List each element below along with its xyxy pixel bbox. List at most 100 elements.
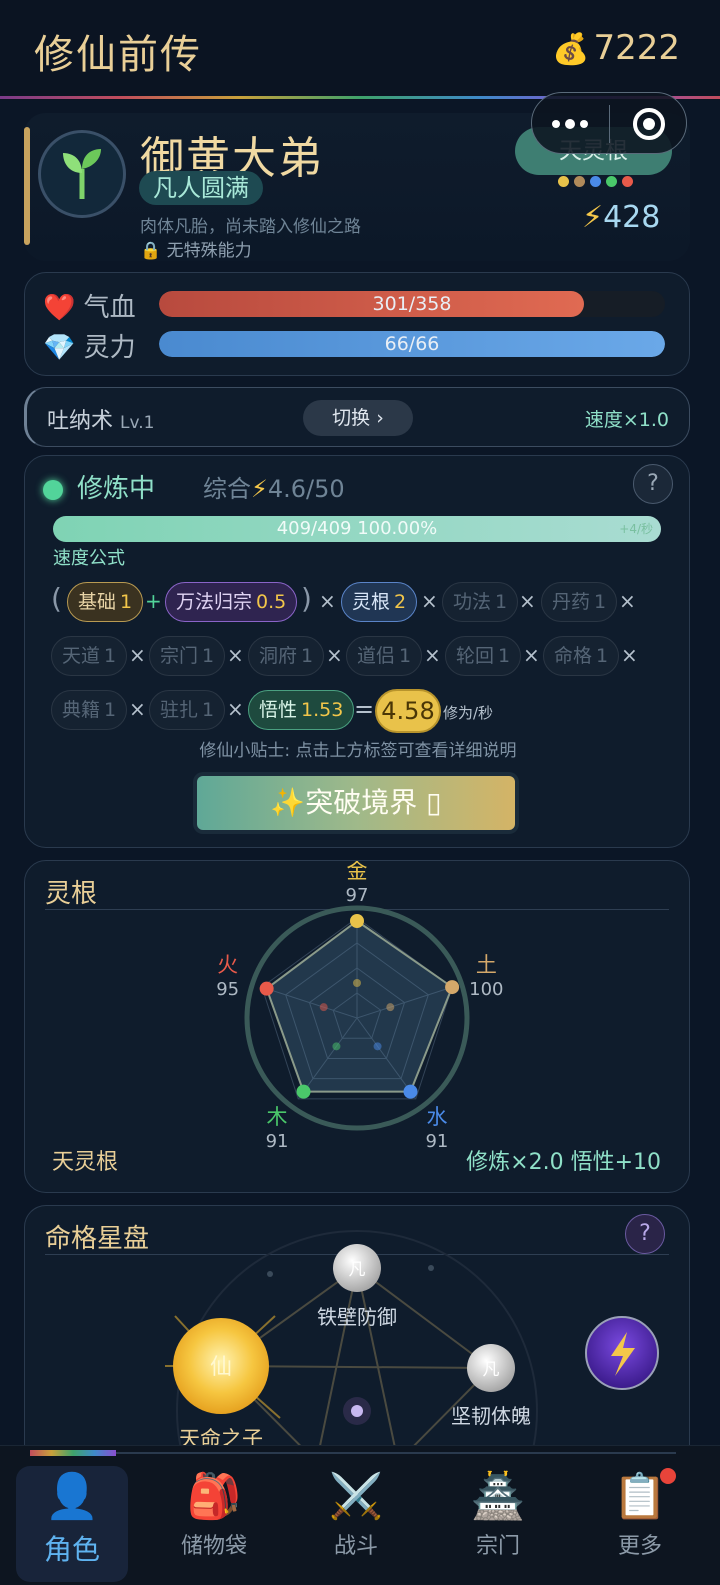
element-dots: [558, 176, 633, 187]
radar-point-1: [445, 980, 460, 995]
element-dot: [590, 176, 601, 187]
ability-line: 🔒 无特殊能力: [140, 236, 252, 261]
times-op: ×: [421, 589, 438, 613]
money-bag-icon: 💰: [552, 32, 590, 67]
radar-label-0: 金: [347, 861, 368, 883]
clipboard-icon: 📋: [612, 1471, 668, 1522]
heart-icon: ❤️: [43, 293, 76, 323]
factor-chip-heaven[interactable]: 天道 1: [51, 636, 128, 676]
stats-card: ❤️ 气血 301/358 💎 灵力 66/66: [24, 272, 690, 376]
fate-label-iron-wall: 铁壁防御: [317, 1305, 397, 1329]
factor-chip-fate[interactable]: 命格 1: [543, 636, 620, 676]
mp-label: 💎 灵力: [43, 327, 136, 364]
miniprogram-capsule: [531, 92, 687, 154]
cultivation-card: 修炼中 综合⚡4.6/50 ? 409/409 100.00% +4/秒 速度公式…: [24, 455, 690, 848]
tab-more[interactable]: 📋 更多: [584, 1466, 696, 1582]
result-unit: 修为/秒: [443, 704, 494, 722]
element-dot: [574, 176, 585, 187]
radar-label-3: 木: [267, 1105, 288, 1129]
cultivation-status: 修炼中: [43, 468, 155, 505]
tab-battle[interactable]: ⚔️ 战斗: [300, 1466, 412, 1582]
factor-chip-technique[interactable]: 功法 1: [442, 582, 519, 622]
radar-value-3: 91: [266, 1131, 289, 1152]
times-op: ×: [326, 643, 343, 667]
hp-value: 301/358: [372, 293, 452, 315]
radar-inner-point-1: [386, 1003, 395, 1012]
tab-label: 更多: [617, 1534, 662, 1559]
tab-label: 战斗: [333, 1534, 378, 1559]
diamond-icon: 💎: [43, 333, 76, 363]
tab-character[interactable]: 👤 角色: [16, 1466, 128, 1582]
ability-text: 无特殊能力: [166, 241, 252, 261]
mp-bar: 66/66: [159, 331, 665, 357]
factor-chip-root[interactable]: 灵根 2: [341, 582, 418, 622]
fate-label-tough-body: 坚韧体魄: [451, 1404, 531, 1428]
status-text: 修炼中: [77, 474, 156, 504]
radar-point-3: [296, 1084, 311, 1099]
times-op: ×: [523, 643, 540, 667]
speed-multiplier: 速度×1.0: [584, 409, 669, 431]
summary-label: 综合: [203, 475, 251, 503]
power-value: ⚡428: [582, 200, 660, 235]
times-op: ×: [621, 643, 638, 667]
switch-technique-button[interactable]: 切换 ›: [303, 400, 413, 436]
factor-chip-sect[interactable]: 宗门 1: [149, 636, 226, 676]
realm-badge: 凡人圆满: [139, 171, 263, 205]
lightning-icon: ⚡: [582, 200, 604, 235]
radar-point-4: [259, 981, 274, 996]
avatar[interactable]: [38, 130, 126, 218]
open-paren: (: [51, 582, 62, 615]
radar-inner-point-3: [332, 1042, 341, 1051]
breakthrough-button[interactable]: ✨突破境界 ▯: [193, 772, 519, 834]
coin-counter: 💰 7222: [552, 28, 680, 68]
factor-chip-base[interactable]: 基础 1: [67, 582, 144, 622]
element-dot: [558, 176, 569, 187]
immortal-badge: 仙: [210, 1355, 232, 1380]
radar-value-2: 91: [425, 1131, 448, 1152]
tab-sect[interactable]: 🏯 宗门: [442, 1466, 554, 1582]
radar-inner-point-2: [373, 1042, 382, 1051]
factor-chip-partner[interactable]: 道侣 1: [346, 636, 423, 676]
plus-op: +: [145, 589, 162, 613]
radar-value-4: 95: [216, 979, 239, 1000]
factor-chip-wanfa[interactable]: 万法归宗 0.5: [165, 582, 298, 622]
formula-label: 速度公式: [53, 548, 125, 569]
character-description: 肉体凡胎，尚未踏入修仙之路: [140, 217, 361, 237]
tab-storage-bag[interactable]: 🎒 储物袋: [158, 1466, 270, 1582]
breakthrough-label: ✨突破境界 ▯: [197, 776, 515, 830]
radar-label-1: 土: [476, 953, 497, 977]
radar-value-0: 97: [346, 885, 369, 906]
factor-chip-comprehension[interactable]: 悟性 1.53: [248, 690, 355, 730]
app-title: 修仙前传: [34, 32, 202, 78]
close-paren: ): [301, 582, 312, 615]
cultivation-help-button[interactable]: ?: [633, 464, 673, 504]
status-dot-icon: [43, 480, 63, 500]
spirit-root-type: 天灵根: [52, 1150, 119, 1175]
factor-chip-pill[interactable]: 丹药 1: [541, 582, 618, 622]
factor-chip-garrison[interactable]: 驻扎 1: [149, 690, 226, 730]
times-op: ×: [227, 697, 244, 721]
factor-chip-reincarnation[interactable]: 轮回 1: [445, 636, 522, 676]
tab-divider: [116, 1452, 676, 1454]
mp-label-text: 灵力: [83, 333, 136, 363]
radar-inner-point-0: [353, 979, 361, 987]
more-dots-icon[interactable]: [550, 114, 590, 134]
factor-chip-cave[interactable]: 洞府 1: [248, 636, 325, 676]
tab-label: 宗门: [475, 1534, 520, 1559]
lock-icon: 🔒: [140, 241, 162, 261]
times-op: ×: [424, 643, 441, 667]
coin-value: 7222: [593, 28, 680, 68]
lightning-icon: ⚡: [251, 475, 268, 503]
close-target-icon[interactable]: [631, 106, 667, 142]
factor-chip-scripture[interactable]: 典籍 1: [51, 690, 128, 730]
sprout-icon: [63, 149, 101, 199]
tab-label: 角色: [43, 1533, 100, 1566]
times-op: ×: [519, 589, 536, 613]
cultivation-progress-bar: 409/409 100.00% +4/秒: [53, 516, 661, 542]
breathing-technique-card: 吐纳术 Lv.1 切换 › 速度×1.0: [24, 387, 690, 447]
radar-point-0: [350, 914, 364, 928]
hp-label-text: 气血: [83, 293, 136, 323]
radar-label-4: 火: [217, 953, 238, 977]
mortal-badge: 凡: [349, 1260, 366, 1280]
technique-level: Lv.1: [120, 413, 155, 433]
